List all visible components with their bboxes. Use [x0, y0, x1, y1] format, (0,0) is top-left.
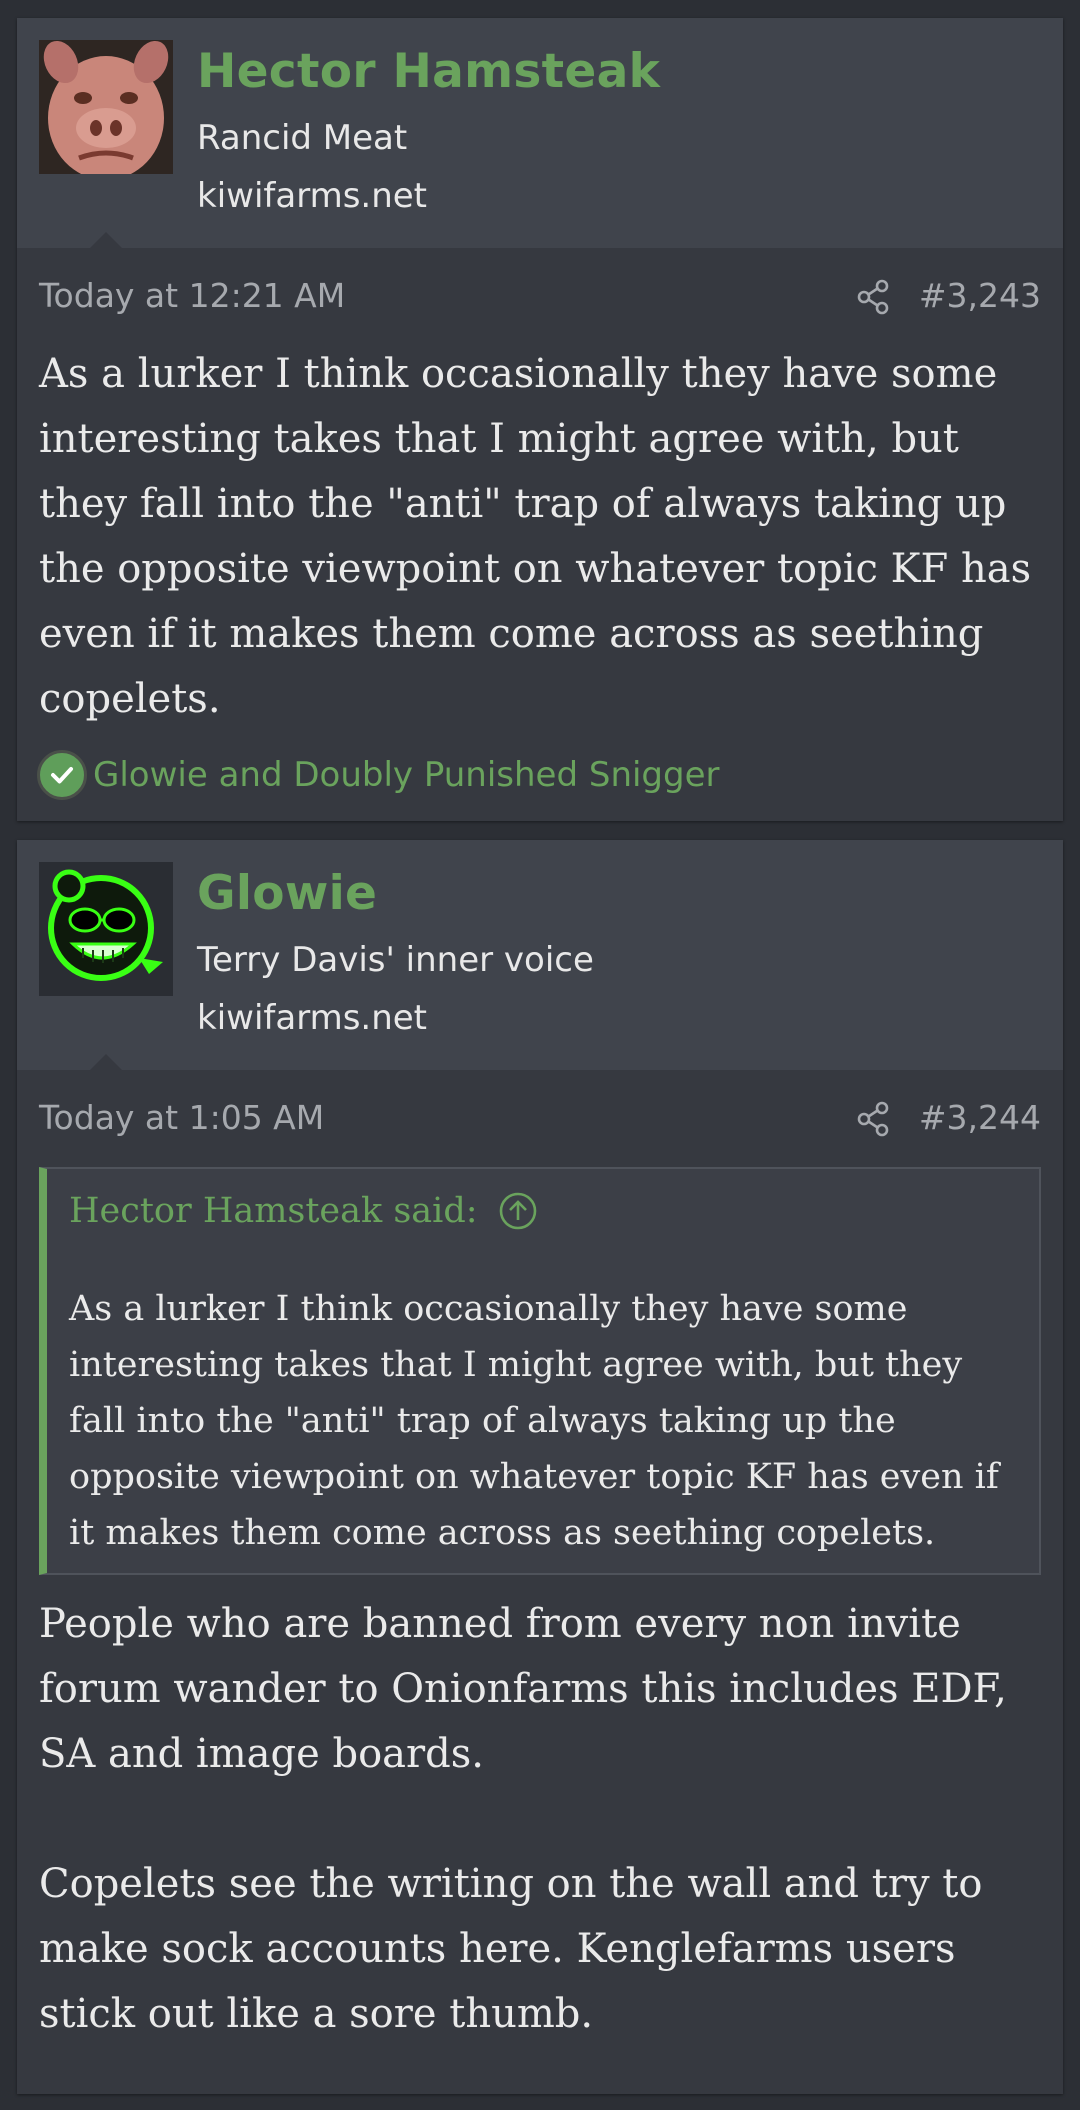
post-paragraph: Copelets see the writing on the wall and…	[39, 1861, 983, 2037]
post-meta: Today at 1:05 AM #3,244	[39, 1094, 1041, 1144]
post-timestamp[interactable]: Today at 12:21 AM	[39, 276, 345, 315]
share-icon[interactable]	[855, 278, 893, 316]
post-3244: Glowie Terry Davis' inner voice kiwifarm…	[17, 840, 1063, 2094]
reactions-list[interactable]: Glowie and Doubly Punished Snigger	[93, 755, 720, 795]
username[interactable]: Glowie	[197, 866, 377, 921]
quote-author[interactable]: Hector Hamsteak said:	[69, 1191, 478, 1231]
user-block-arrow	[89, 1054, 123, 1071]
post-paragraph: People who are banned from every non inv…	[39, 1601, 1007, 1777]
user-title: Terry Davis' inner voice	[197, 940, 594, 980]
jump-to-quote-icon[interactable]	[498, 1191, 538, 1231]
user-block-arrow	[89, 232, 123, 249]
glowing-green-face-avatar[interactable]	[39, 862, 173, 996]
post-number-link[interactable]: #3,244	[919, 1098, 1041, 1137]
post-meta: Today at 12:21 AM #3,243	[39, 272, 1041, 322]
user-banner: kiwifarms.net	[197, 176, 428, 216]
quote-header[interactable]: Hector Hamsteak said:	[69, 1191, 538, 1231]
user-title: Rancid Meat	[197, 118, 408, 158]
user-banner: kiwifarms.net	[197, 998, 428, 1038]
username[interactable]: Hector Hamsteak	[197, 44, 660, 99]
share-icon[interactable]	[855, 1100, 893, 1138]
pig-mask-avatar[interactable]	[39, 40, 173, 174]
post-number-link[interactable]: #3,243	[919, 276, 1041, 315]
user-block: Glowie Terry Davis' inner voice kiwifarm…	[17, 840, 1063, 1071]
quote-body: As a lurker I think occasionally they ha…	[69, 1289, 999, 1553]
user-block: Hector Hamsteak Rancid Meat kiwifarms.ne…	[17, 18, 1063, 249]
post-body: People who are banned from every non inv…	[39, 1592, 1041, 2110]
post-timestamp[interactable]: Today at 1:05 AM	[39, 1098, 324, 1137]
post-3243: Hector Hamsteak Rancid Meat kiwifarms.ne…	[17, 18, 1063, 821]
reactions-bar[interactable]: Glowie and Doubly Punished Snigger	[37, 749, 720, 801]
like-check-icon	[37, 750, 87, 800]
post-body: As a lurker I think occasionally they ha…	[39, 351, 1032, 722]
quote-block: Hector Hamsteak said: As a lurker I thin…	[39, 1167, 1041, 1575]
